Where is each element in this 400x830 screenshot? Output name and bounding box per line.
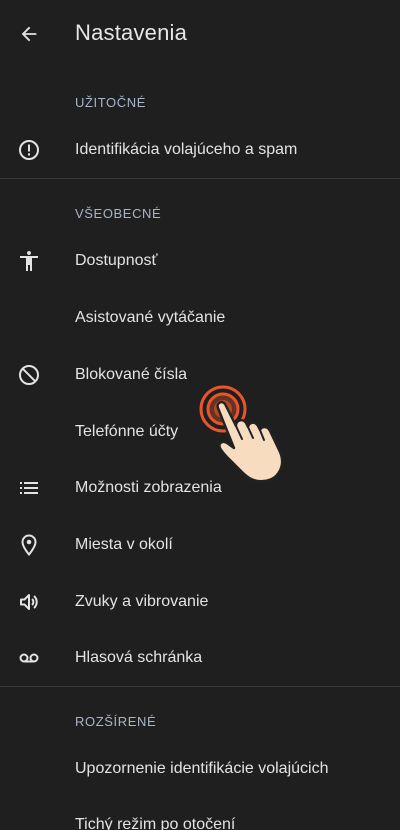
settings-item-voicemail[interactable]: Hlasová schránka bbox=[0, 631, 400, 685]
settings-item-label: Upozornenie identifikácie volajúcich bbox=[75, 760, 329, 777]
settings-item-label: Hlasová schránka bbox=[75, 649, 203, 666]
settings-item-blocked-numbers[interactable]: Blokované čísla bbox=[0, 348, 400, 402]
settings-screen: Nastavenia UŽITOČNÉ Identifikácia volajú… bbox=[0, 0, 400, 830]
settings-item-label: Miesta v okolí bbox=[75, 536, 173, 553]
voicemail-icon bbox=[16, 645, 42, 671]
settings-item-accessibility[interactable]: Dostupnosť bbox=[0, 234, 400, 288]
section-header-useful: UŽITOČNÉ bbox=[75, 95, 147, 110]
section-divider bbox=[0, 686, 400, 687]
top-app-bar: Nastavenia bbox=[0, 0, 400, 68]
section-header-advanced: ROZŠÍRENÉ bbox=[75, 714, 157, 729]
settings-item-label: Možnosti zobrazenia bbox=[75, 479, 222, 496]
settings-item-label: Dostupnosť bbox=[75, 252, 158, 269]
alert-circle-icon bbox=[16, 137, 42, 163]
accessibility-icon bbox=[16, 248, 42, 274]
settings-item-flip-to-silence[interactable]: Tichý režim po otočení bbox=[0, 798, 400, 830]
location-pin-icon bbox=[16, 532, 42, 558]
section-divider bbox=[0, 178, 400, 179]
settings-item-label: Tichý režim po otočení bbox=[75, 816, 236, 830]
settings-item-phone-accounts[interactable]: Telefónne účty bbox=[0, 405, 400, 459]
settings-item-sounds-vibration[interactable]: Zvuky a vibrovanie bbox=[0, 575, 400, 629]
settings-item-assisted-dialing[interactable]: Asistované vytáčanie bbox=[0, 291, 400, 345]
settings-item-label: Blokované čísla bbox=[75, 366, 188, 383]
settings-item-label: Asistované vytáčanie bbox=[75, 309, 226, 326]
section-header-general: VŠEOBECNÉ bbox=[75, 206, 162, 221]
settings-item-label: Telefónne účty bbox=[75, 423, 179, 440]
settings-item-nearby-places[interactable]: Miesta v okolí bbox=[0, 518, 400, 572]
settings-item-caller-id-announcement[interactable]: Upozornenie identifikácie volajúcich bbox=[0, 742, 400, 796]
list-icon bbox=[16, 475, 42, 501]
volume-icon bbox=[16, 589, 42, 615]
settings-item-label: Zvuky a vibrovanie bbox=[75, 593, 209, 610]
settings-item-label: Identifikácia volajúceho a spam bbox=[75, 141, 298, 158]
page-title: Nastavenia bbox=[75, 20, 188, 45]
settings-item-caller-id-spam[interactable]: Identifikácia volajúceho a spam bbox=[0, 123, 400, 177]
block-icon bbox=[16, 362, 42, 388]
arrow-back-icon bbox=[18, 23, 40, 45]
back-button[interactable] bbox=[14, 19, 44, 49]
settings-item-display-options[interactable]: Možnosti zobrazenia bbox=[0, 461, 400, 515]
